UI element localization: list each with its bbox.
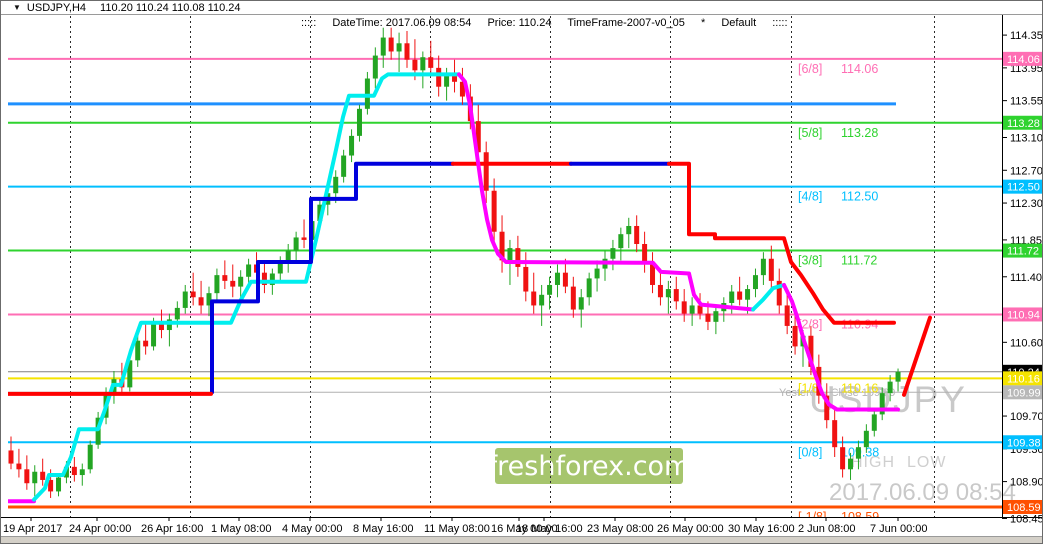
- murrey-label-value: 111.72: [841, 254, 877, 268]
- time-tick-label: 8 May 16:00: [353, 523, 414, 535]
- price-tick-label: 113.55: [1010, 96, 1043, 108]
- info-star: *: [700, 17, 706, 29]
- murrey-label-value: 113.28: [841, 126, 878, 140]
- symbol-timeframe-label: USDJPY,H4: [26, 1, 87, 14]
- red-projection-line: [902, 315, 932, 397]
- info-dots-left: :::::: [301, 17, 317, 29]
- info-dots-right: :::::: [772, 17, 788, 29]
- murrey-label-value: 108.59: [841, 510, 879, 524]
- time-tick-label: 1 May 08:00: [211, 523, 272, 535]
- time-tick-label: 11 May 08:00: [424, 523, 490, 535]
- price-tick-label: 111.40: [1010, 272, 1042, 284]
- price-tick-label: 108.90: [1010, 477, 1043, 489]
- price-badge-label: 110.94: [1007, 309, 1040, 321]
- price-tick-label: 112.30: [1010, 198, 1043, 210]
- price-tick-label: 109.70: [1010, 411, 1043, 423]
- murrey-label-name: [-1/8]: [798, 510, 827, 524]
- murrey-label-value: 114.06: [841, 62, 878, 76]
- symbol-dropdown-icon[interactable]: ▼: [13, 3, 21, 12]
- time-tick-label: 18 May 16:00: [516, 523, 583, 535]
- time-tick-label: 7 Jun 00:00: [870, 523, 928, 535]
- info-timeframe: TimeFrame-2007-v0_05: [567, 17, 685, 29]
- murrey-label-value: 110.16: [841, 381, 878, 395]
- price-badge-label: 113.28: [1007, 118, 1040, 130]
- ohlc-values: 110.20 110.24 110.08 110.24: [100, 1, 241, 14]
- price-badge-label: 108.59: [1007, 502, 1041, 514]
- info-datetime: DateTime: 2017.06.09 08:54: [332, 17, 472, 29]
- price-tick-label: 112.70: [1010, 165, 1043, 177]
- magenta-trail-down: [457, 72, 755, 312]
- price-tick-label: 114.35: [1010, 30, 1043, 42]
- price-tick-label: 113.10: [1010, 133, 1043, 145]
- indicator-info-bar: ::::: DateTime: 2017.06.09 08:54 Price: …: [301, 17, 801, 29]
- price-scale[interactable]: 114.35113.95113.55113.10112.70112.30111.…: [1002, 30, 1043, 525]
- murrey-labels: [6/8] 114.06 [5/8] 113.28 [4/8] 112.50 [3/8] 11…: [798, 62, 879, 524]
- murrey-label-name: [3/8]: [798, 254, 822, 268]
- plot-area[interactable]: [6/8] 114.06 [5/8] 113.28 [4/8] 112.50 [3/8] 11…: [3, 16, 1002, 524]
- price-badge-label: 110.16: [1007, 373, 1040, 385]
- murrey-label-value: 112.50: [841, 190, 878, 204]
- status-strip: [1, 536, 1042, 543]
- info-price: Price: 110.24: [487, 17, 552, 29]
- price-tick-label: 108.45: [1010, 513, 1043, 525]
- time-tick-label: 23 May 08:00: [587, 523, 654, 535]
- murrey-label-name: [4/8]: [798, 190, 822, 204]
- time-tick-label: 2 Jun 08:00: [798, 523, 856, 535]
- time-tick-label: 19 Apr 2017: [3, 523, 62, 535]
- price-badge-label: 112.50: [1007, 182, 1040, 194]
- time-tick-label: 26 May 00:00: [657, 523, 724, 535]
- price-badge-label: 114.06: [1007, 54, 1040, 66]
- trail-overlays: [8, 72, 932, 504]
- time-tick-label: 4 May 00:00: [282, 523, 343, 535]
- murrey-label-name: [0/8]: [798, 445, 822, 459]
- time-tick-label: 26 Apr 16:00: [141, 523, 203, 535]
- chart-title-bar: ▼ USDJPY,H4 110.20 110.24 110.08 110.24: [1, 1, 1042, 15]
- chart-canvas[interactable]: [6/8] 114.06 [5/8] 113.28 [4/8] 112.50 [3/8] 11…: [1, 1, 1043, 544]
- price-badge-label: 111.72: [1007, 246, 1039, 258]
- info-profile: Default: [721, 17, 757, 29]
- murrey-label-name: [5/8]: [798, 126, 822, 140]
- time-tick-label: 24 Apr 00:00: [69, 523, 131, 535]
- price-tick-label: 110.60: [1010, 337, 1043, 349]
- candles: [8, 27, 901, 498]
- price-badge-label: 109.38: [1007, 437, 1041, 449]
- time-scale[interactable]: 19 Apr 2017 24 Apr 00:00 26 Apr 16:00 1 May…: [3, 517, 928, 535]
- chart-window: Yesterday Close 109.99 USDJPY HIGH LOW 2…: [0, 0, 1043, 544]
- murrey-label-name: [6/8]: [798, 62, 822, 76]
- time-tick-label: 30 May 16:00: [728, 523, 795, 535]
- price-badge-label: 109.99: [1007, 387, 1041, 399]
